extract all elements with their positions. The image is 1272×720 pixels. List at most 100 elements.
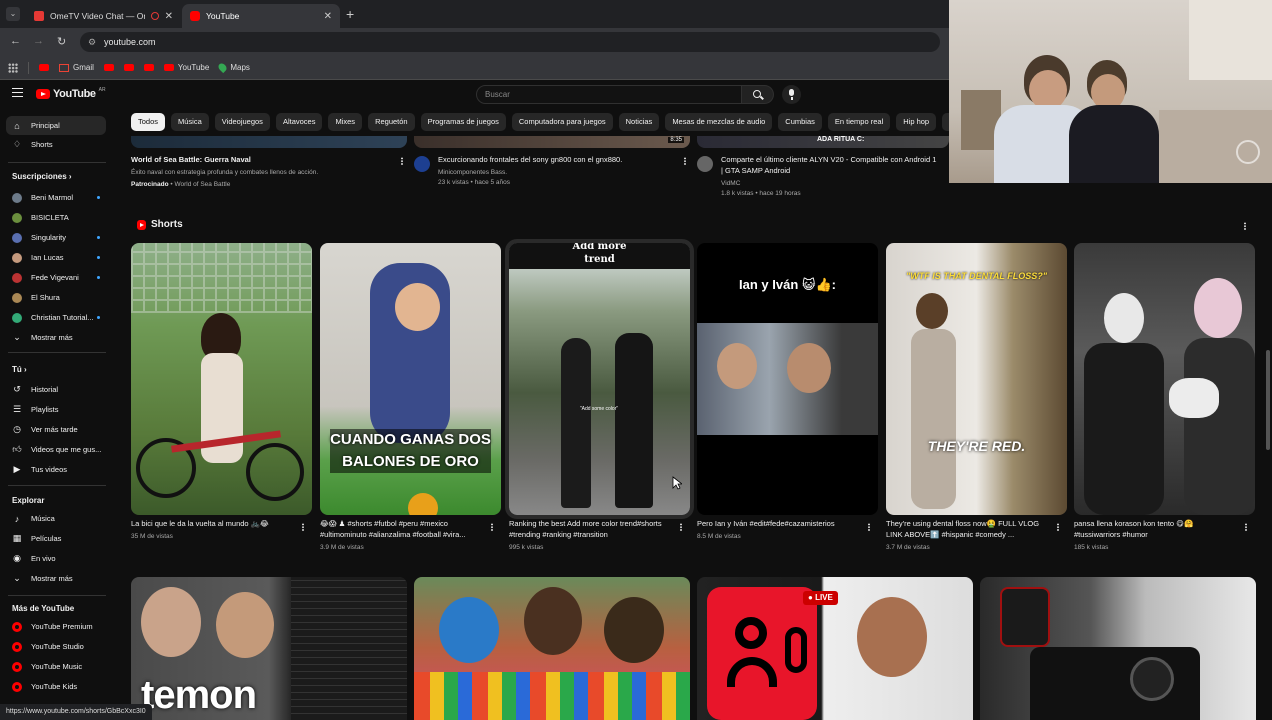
short-title[interactable]: La bici que le da la vuelta al mundo 🚲😂 bbox=[131, 518, 291, 529]
sidebar-item[interactable]: ◷ Ver más tarde bbox=[6, 420, 106, 439]
sidebar-item[interactable]: ▶ Tus videos bbox=[6, 460, 106, 479]
more-options-icon[interactable] bbox=[1057, 523, 1059, 531]
bookmark-youtube-named[interactable]: YouTube bbox=[163, 63, 209, 72]
video-thumbnail[interactable]: temon bbox=[131, 577, 407, 720]
sidebar-item-home[interactable]: ⌂ Principal bbox=[6, 116, 106, 135]
sidebar-subscription[interactable]: Fede Vigevani bbox=[6, 268, 106, 287]
filter-chip[interactable]: Programas de juegos bbox=[420, 113, 506, 131]
filter-chip[interactable]: Cumbias bbox=[778, 113, 822, 131]
apps-grid-icon[interactable] bbox=[8, 62, 18, 73]
more-options-icon[interactable] bbox=[1245, 523, 1247, 531]
short-title[interactable]: 😂😱 ♟ #shorts #futbol #peru #mexico #ulti… bbox=[320, 518, 480, 540]
filter-chip[interactable]: Noticias bbox=[618, 113, 660, 131]
close-tab-icon[interactable]: ✕ bbox=[165, 11, 173, 22]
tab-search-chevron-icon[interactable]: ⌄ bbox=[6, 7, 20, 21]
filter-chip[interactable]: Reguetón bbox=[368, 113, 415, 131]
sidebar-item[interactable]: ☰ Playlists bbox=[6, 400, 106, 419]
sidebar-item-youtube-product[interactable]: YouTube Music bbox=[6, 657, 106, 676]
url-field[interactable]: ⚙ youtube.com bbox=[80, 32, 940, 52]
short-title[interactable]: pansa llena korason kon tento 😋🤗 #tussiw… bbox=[1074, 518, 1234, 540]
sidebar-item-youtube-product[interactable]: YouTube Studio bbox=[6, 637, 106, 656]
bookmark-youtube[interactable] bbox=[103, 64, 114, 71]
site-info-icon[interactable]: ⚙ bbox=[88, 32, 96, 52]
more-options-icon[interactable] bbox=[302, 523, 304, 531]
sidebar-item[interactable]: ◉ En vivo bbox=[6, 549, 106, 568]
bookmark-youtube[interactable] bbox=[39, 64, 49, 71]
search-button[interactable] bbox=[742, 85, 774, 104]
sidebar-item[interactable]: ▦ Películas bbox=[6, 529, 106, 548]
sidebar-subscription[interactable]: Ian Lucas bbox=[6, 248, 106, 267]
sidebar-item-youtube-product[interactable]: YouTube Premium bbox=[6, 617, 106, 636]
more-options-icon[interactable] bbox=[491, 523, 493, 531]
scrollbar-thumb[interactable] bbox=[1266, 350, 1270, 450]
filter-chip[interactable]: Videojuegos bbox=[214, 113, 270, 131]
sidebar-item[interactable]: ↺ Historial bbox=[6, 380, 106, 399]
video-thumbnail[interactable] bbox=[980, 577, 1256, 720]
sidebar-item[interactable]: 👍︎ Videos que me gus... bbox=[6, 440, 106, 459]
subscriptions-show-more[interactable]: ⌄ Mostrar más bbox=[6, 328, 106, 347]
bookmark-youtube[interactable] bbox=[143, 64, 154, 71]
video-meta: 1.8 k vistas • hace 19 horas bbox=[721, 190, 801, 197]
filter-chip[interactable]: En tiempo real bbox=[827, 113, 891, 131]
filter-chip[interactable]: Mixes bbox=[328, 113, 363, 131]
short-title[interactable]: Ranking the best Add more color trend#sh… bbox=[509, 518, 669, 540]
sidebar-subscription[interactable]: Christian Tutorial... bbox=[6, 308, 106, 327]
short-thumbnail[interactable] bbox=[1074, 243, 1255, 515]
filter-chip[interactable]: Mesas de mezclas de audio bbox=[665, 113, 773, 131]
filter-chip[interactable]: Hip hop bbox=[896, 113, 937, 131]
sidebar-subscription[interactable]: El Shura bbox=[6, 288, 106, 307]
close-tab-icon[interactable]: ✕ bbox=[324, 11, 332, 22]
video-title[interactable]: Comparte el último cliente ALYN V20 - Co… bbox=[721, 155, 949, 165]
short-thumbnail[interactable]: Add more trend "Add some color" bbox=[505, 239, 694, 519]
short-thumbnail[interactable] bbox=[131, 243, 312, 515]
filter-chip[interactable]: Computadora para juegos bbox=[511, 113, 613, 131]
more-options-icon[interactable] bbox=[680, 523, 682, 531]
menu-icon[interactable] bbox=[12, 88, 23, 97]
short-title[interactable]: Pero Ian y Iván #edit#fede#cazamisterios bbox=[697, 518, 857, 529]
short-thumbnail[interactable]: "WTF IS THAT DENTAL FLOSS?" THEY'RE RED. bbox=[886, 243, 1067, 515]
short-title[interactable]: They're using dental floss now🤮 FULL VLO… bbox=[886, 518, 1046, 540]
video-thumbnail[interactable] bbox=[131, 136, 407, 148]
reload-icon[interactable]: ↻ bbox=[57, 35, 66, 48]
youtube-logo[interactable]: YouTube AR bbox=[36, 87, 106, 100]
video-title[interactable]: Excurcionando frontales del sony gn800 c… bbox=[438, 155, 622, 165]
channel-name[interactable]: Minicomponentes Bass. bbox=[438, 168, 507, 177]
short-thumbnail[interactable]: CUANDO GANAS DOS BALONES DE ORO bbox=[320, 243, 501, 515]
search-input[interactable]: Buscar bbox=[476, 85, 742, 104]
sidebar-subscription[interactable]: Singularity bbox=[6, 228, 106, 247]
voice-search-icon[interactable] bbox=[782, 85, 801, 104]
tab-ometv[interactable]: OmeTV Video Chat — Ome ✕ bbox=[26, 4, 181, 28]
filter-chip[interactable]: Altavoces bbox=[275, 113, 323, 131]
sidebar-item[interactable]: ⌄ Mostrar más bbox=[6, 569, 106, 588]
back-icon[interactable]: ← bbox=[10, 35, 21, 47]
forward-icon[interactable]: → bbox=[33, 35, 44, 47]
filter-chip[interactable]: Música bbox=[171, 113, 209, 131]
bookmark-maps[interactable]: Maps bbox=[217, 61, 250, 74]
sidebar-item[interactable]: ♪ Música bbox=[6, 509, 106, 528]
bookmark-youtube[interactable] bbox=[123, 64, 134, 71]
more-options-icon[interactable] bbox=[868, 523, 870, 531]
sidebar-subscription[interactable]: Beni Marmol bbox=[6, 188, 106, 207]
bookmark-gmail[interactable]: Gmail bbox=[59, 63, 94, 72]
video-thumbnail[interactable] bbox=[414, 577, 690, 720]
channel-avatar[interactable] bbox=[414, 156, 430, 172]
new-tab-icon[interactable]: + bbox=[346, 6, 354, 22]
short-thumbnail[interactable]: Ian y Iván 😺👍: bbox=[697, 243, 878, 515]
more-options-icon[interactable] bbox=[684, 157, 686, 165]
filter-chip[interactable]: Todos bbox=[131, 113, 166, 131]
subscriptions-heading[interactable]: Suscripciones › bbox=[12, 172, 72, 181]
channel-avatar[interactable] bbox=[697, 156, 713, 172]
video-thumbnail[interactable]: 8:35 bbox=[414, 136, 690, 148]
you-heading[interactable]: Tú › bbox=[12, 365, 27, 374]
tab-youtube[interactable]: YouTube ✕ bbox=[182, 4, 340, 28]
video-thumbnail[interactable]: ADA RITUA C: bbox=[697, 136, 949, 148]
shelf-options-icon[interactable] bbox=[1244, 222, 1246, 230]
sidebar-item-shorts[interactable]: ♢ Shorts bbox=[6, 135, 106, 154]
channel-name[interactable]: VidMC bbox=[721, 179, 740, 188]
sidebar-subscription[interactable]: BISICLETA bbox=[6, 208, 106, 227]
more-options-icon[interactable] bbox=[401, 157, 403, 165]
sidebar-item-youtube-product[interactable]: YouTube Kids bbox=[6, 677, 106, 696]
video-thumbnail[interactable]: ● LIVE bbox=[697, 577, 973, 720]
explore-heading: Explorar bbox=[12, 496, 45, 505]
video-title[interactable]: World of Sea Battle: Guerra Naval bbox=[131, 155, 251, 165]
